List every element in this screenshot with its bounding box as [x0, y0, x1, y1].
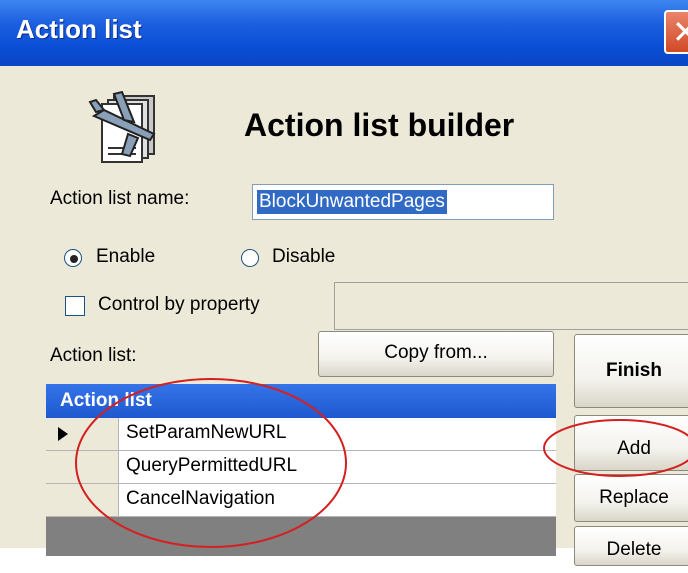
table-row[interactable]: QueryPermittedURL	[46, 451, 556, 484]
action-list-builder-icon	[84, 82, 174, 172]
radio-selected-dot	[70, 255, 78, 263]
action-list-grid[interactable]: Action list SetParamNewURL QueryPermitte…	[46, 384, 556, 556]
table-row[interactable]: CancelNavigation	[46, 484, 556, 517]
grid-column-header-label: Action list	[60, 390, 152, 411]
action-list-name-label: Action list name:	[50, 188, 190, 209]
control-by-property-label: Control by property	[98, 294, 260, 315]
property-field[interactable]	[334, 282, 688, 330]
row-action-name: QueryPermittedURL	[126, 455, 298, 476]
copy-from-button[interactable]: Copy from...	[318, 331, 554, 377]
control-by-property-checkbox[interactable]	[65, 296, 85, 316]
row-indicator-cell	[46, 484, 81, 516]
disable-label: Disable	[272, 246, 336, 267]
enable-label: Enable	[96, 246, 156, 267]
row-blank-cell	[80, 451, 119, 483]
disable-radio[interactable]	[241, 249, 259, 267]
action-list-label: Action list:	[50, 345, 137, 366]
action-list-name-input[interactable]: BlockUnwantedPages	[252, 184, 554, 220]
close-icon: ✕	[672, 14, 688, 50]
add-button[interactable]: Add	[574, 415, 688, 471]
replace-button[interactable]: Replace	[574, 474, 688, 522]
grid-column-header[interactable]: Action list	[46, 384, 556, 418]
window-title: Action list	[16, 14, 142, 44]
dialog-heading: Action list builder	[244, 107, 515, 143]
row-action-name: CancelNavigation	[126, 488, 275, 509]
delete-button[interactable]: Delete	[574, 526, 688, 566]
row-indicator-cell	[46, 451, 81, 483]
row-blank-cell	[80, 484, 119, 516]
close-button[interactable]: ✕	[664, 10, 688, 54]
row-pointer-icon	[58, 427, 68, 441]
enable-radio[interactable]	[64, 249, 82, 267]
table-row[interactable]: SetParamNewURL	[46, 418, 556, 451]
title-bar: Action list ✕	[0, 0, 688, 66]
row-action-name: SetParamNewURL	[126, 422, 287, 443]
finish-button[interactable]: Finish	[574, 334, 688, 408]
row-indicator-cell	[46, 418, 81, 450]
row-blank-cell	[80, 418, 119, 450]
action-list-name-value: BlockUnwantedPages	[257, 190, 447, 214]
